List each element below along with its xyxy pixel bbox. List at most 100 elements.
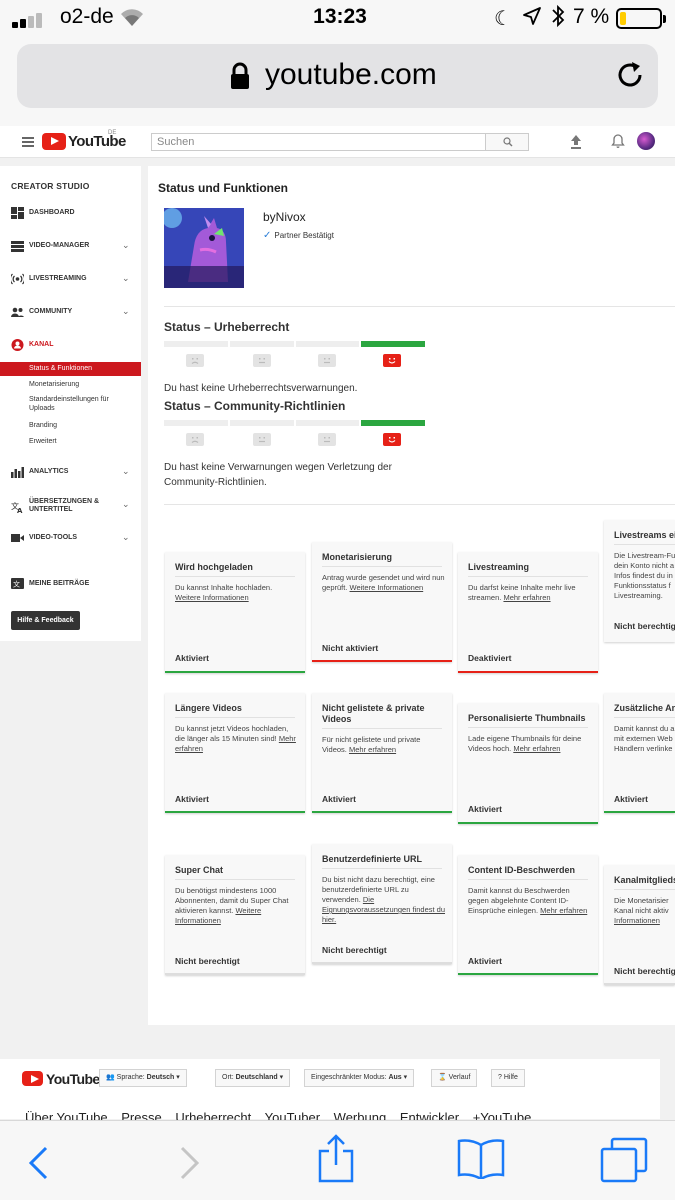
svg-text:A: A <box>17 507 23 513</box>
tabs-icon[interactable] <box>600 1137 648 1183</box>
region-code: DE <box>108 130 117 136</box>
card-description: Du darfst keine Inhalte mehr live stream… <box>468 583 592 603</box>
channel-avatar[interactable] <box>164 208 244 288</box>
language-value: Deutsch <box>146 1074 175 1081</box>
url-domain: youtube.com <box>265 58 437 91</box>
strike-segment <box>296 341 359 347</box>
battery-percent: 7 % <box>573 5 610 28</box>
partner-status-label: Partner Bestätigt <box>274 231 334 240</box>
sidebar-item-analytics[interactable]: ANALYTICS ⌄ <box>0 463 141 483</box>
chevron-down-icon: ⌄ <box>122 306 130 316</box>
help-button[interactable]: ? Hilfe <box>491 1069 525 1087</box>
card-status-bar <box>604 811 675 813</box>
sidebar-subitem-status[interactable]: Status & Funktionen <box>0 362 141 376</box>
sidebar-item-dashboard[interactable]: DASHBOARD <box>0 204 141 224</box>
card-link[interactable]: Weitere Informationen <box>350 583 424 592</box>
sidebar-item-contributions[interactable]: 文 MEINE BEITRÄGE <box>0 575 141 595</box>
card-title: Längere Videos <box>175 703 242 713</box>
history-button[interactable]: ⌛ Verlauf <box>431 1069 478 1087</box>
sidebar-subitem-branding[interactable]: Branding <box>0 421 141 430</box>
search-button[interactable] <box>485 133 529 151</box>
youtube-logo-text: YouTube <box>68 133 126 150</box>
strike-segment <box>164 420 228 426</box>
sidebar-subitem-advanced[interactable]: Erweitert <box>0 437 141 446</box>
upload-icon[interactable] <box>569 134 583 150</box>
strike-segment <box>230 420 294 426</box>
card-description: Du kannst jetzt Videos hochladen, die lä… <box>175 724 299 754</box>
sidebar-title: CREATOR STUDIO <box>11 181 90 191</box>
card-link[interactable]: Mehr erfahren <box>540 906 587 915</box>
card-status-bar <box>604 983 675 985</box>
strike-segment <box>164 341 228 347</box>
chevron-down-icon: ⌄ <box>122 273 130 283</box>
language-select[interactable]: 👥 Sprache: Deutsch ▾ <box>99 1069 187 1087</box>
video-tools-icon <box>11 534 24 542</box>
card-status: Aktiviert <box>175 653 210 663</box>
chevron-down-icon: ⌄ <box>122 499 130 509</box>
sad-face-icon <box>186 433 204 446</box>
card-status-bar <box>165 671 305 673</box>
sidebar-item-label: DASHBOARD <box>29 209 75 216</box>
sidebar-item-translations[interactable]: 文A ÜBERSETZUNGEN & UNTERTITEL ⌄ <box>0 496 141 520</box>
card-link[interactable]: Mehr erfahren <box>349 745 396 754</box>
restricted-mode-label: Eingeschränkter Modus: <box>311 1074 387 1081</box>
card-desc-text: Du kannst jetzt Videos hochladen, die lä… <box>175 724 289 743</box>
do-not-disturb-icon: ☾ <box>494 8 512 30</box>
channel-name[interactable]: byNivox <box>263 210 306 224</box>
chevron-down-icon: ⌄ <box>122 240 130 250</box>
card-title: Super Chat <box>175 865 224 875</box>
card-title: Monetarisierung <box>322 552 393 562</box>
sidebar-item-kanal[interactable]: KANAL <box>0 336 141 356</box>
feature-card-super-chat: Super Chat Du benötigst mindestens 1000 … <box>165 855 305 975</box>
help-feedback-button[interactable]: Hilfe & Feedback <box>11 611 80 630</box>
card-status-bar <box>312 962 452 964</box>
llama-image <box>164 208 244 288</box>
status-time: 13:23 <box>313 5 367 28</box>
neutral-face-icon <box>253 433 271 446</box>
sidebar-item-livestreaming[interactable]: LIVESTREAMING ⌄ <box>0 270 141 290</box>
card-divider <box>614 544 675 545</box>
lock-icon <box>231 62 249 89</box>
card-link[interactable]: Informationen <box>614 916 660 925</box>
account-avatar[interactable] <box>637 132 655 150</box>
feature-card-longer-videos: Längere Videos Du kannst jetzt Videos ho… <box>165 693 305 813</box>
reload-icon[interactable] <box>613 58 647 92</box>
card-link[interactable]: Mehr erfahren <box>513 744 560 753</box>
card-description: Du kannst Inhalte hochladen. Weitere Inf… <box>175 583 299 603</box>
share-icon[interactable] <box>316 1133 356 1183</box>
address-bar[interactable]: youtube.com <box>17 44 658 108</box>
bookmarks-icon[interactable] <box>456 1139 506 1179</box>
card-description: Damit kannst du a mit externen Web Händl… <box>614 724 675 753</box>
signal-strength-icon <box>12 10 52 28</box>
sidebar-item-video-manager[interactable]: VIDEO-MANAGER ⌄ <box>0 237 141 257</box>
card-status-bar <box>312 660 452 662</box>
card-link[interactable]: Weitere Informationen <box>175 593 249 602</box>
youtube-play-icon <box>42 133 66 150</box>
card-link[interactable]: Mehr erfahren <box>503 593 550 602</box>
restricted-mode-select[interactable]: Eingeschränkter Modus: Aus ▾ <box>304 1069 415 1087</box>
card-divider <box>468 727 588 728</box>
sidebar-subitem-upload-defaults[interactable]: Standardeinstellungen für Uploads <box>0 395 141 413</box>
feature-card-upload: Wird hochgeladen Du kannst Inhalte hochl… <box>165 552 305 673</box>
card-status: Aktiviert <box>468 956 503 966</box>
sidebar-item-label: VIDEO-TOOLS <box>29 534 78 541</box>
notification-bell-icon[interactable] <box>611 133 625 149</box>
search-input[interactable] <box>151 133 486 151</box>
strike-segment-current <box>361 420 425 426</box>
dashboard-icon <box>11 207 24 219</box>
card-desc-text: Du kannst Inhalte hochladen. <box>175 583 273 592</box>
back-icon[interactable] <box>26 1145 50 1181</box>
forward-icon[interactable] <box>178 1145 202 1181</box>
card-title: Personalisierte Thumbnails <box>468 713 586 723</box>
sidebar-subitem-monetization[interactable]: Monetarisierung <box>0 380 141 389</box>
translate-icon: 文A <box>11 501 23 513</box>
sidebar-item-community[interactable]: COMMUNITY ⌄ <box>0 303 141 323</box>
language-icon: 👥 <box>106 1074 115 1081</box>
strike-segment <box>296 420 359 426</box>
analytics-icon <box>11 467 24 478</box>
card-divider <box>175 576 295 577</box>
location-select[interactable]: Ort: Deutschland ▾ <box>215 1069 291 1087</box>
menu-icon[interactable] <box>22 137 34 147</box>
help-label: Hilfe <box>503 1074 518 1081</box>
sidebar-item-video-tools[interactable]: VIDEO-TOOLS ⌄ <box>0 529 141 549</box>
